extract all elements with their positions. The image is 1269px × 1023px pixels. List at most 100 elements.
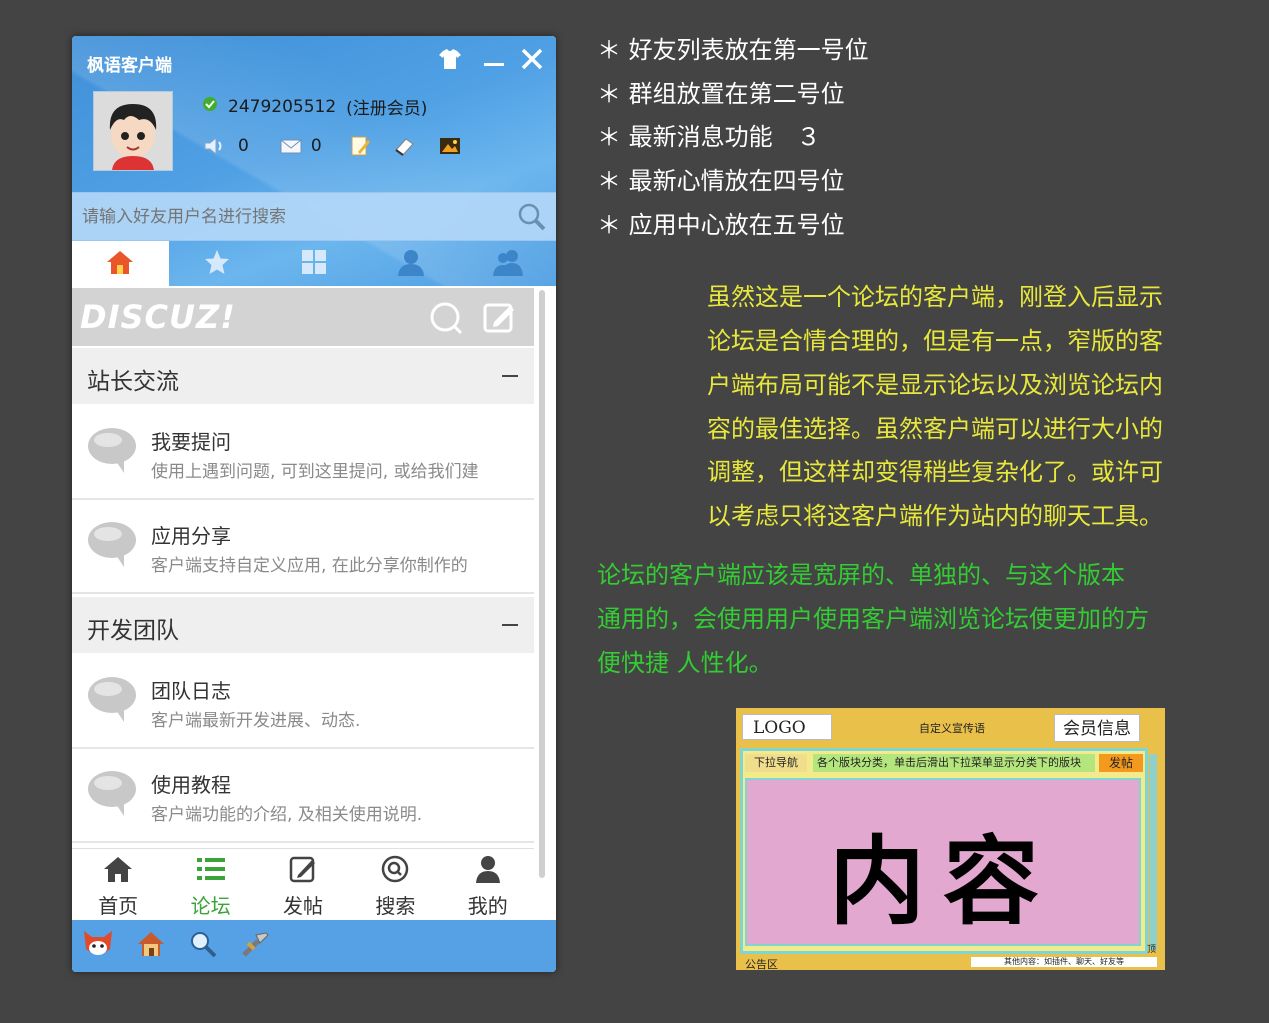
note-edit-icon[interactable] (348, 134, 372, 158)
wireframe-slogan: 自定义宣传语 (919, 722, 985, 735)
star-icon (203, 248, 231, 280)
collapse-icon[interactable] (502, 375, 518, 377)
user-role: (注册会员) (346, 99, 428, 119)
board-title: 使用教程 (151, 773, 231, 797)
nav-home[interactable]: 首页 (72, 849, 164, 919)
tab-apps[interactable] (266, 241, 363, 286)
minimize-icon[interactable] (479, 44, 509, 74)
speaker-icon[interactable] (202, 134, 226, 158)
eraser-icon[interactable] (392, 134, 416, 158)
fox-logo-icon[interactable] (82, 929, 114, 963)
search-icon[interactable] (516, 201, 548, 233)
nav-search[interactable]: 搜索 (349, 849, 441, 919)
board-title: 我要提问 (151, 430, 231, 454)
skin-shirt-icon[interactable] (435, 44, 465, 74)
scrollbar[interactable] (539, 290, 545, 878)
user-icon (473, 855, 503, 887)
wireframe-logo: LOGO (742, 714, 832, 740)
notice-count: 0 (238, 136, 249, 156)
wireframe-post-button: 发帖 (1099, 754, 1143, 772)
close-icon[interactable] (517, 44, 547, 74)
note-bullet: ＊ 群组放置在第二号位 (597, 80, 845, 108)
suggestion-line: 便快捷 人性化。 (597, 649, 773, 677)
forum-board-item[interactable]: 团队日志 客户端最新开发进展、动态. (72, 655, 534, 749)
wireframe-side-strip (1149, 754, 1157, 950)
photo-icon[interactable] (438, 134, 462, 158)
comment-line: 容的最佳选择。虽然客户端可以进行大小的 (707, 415, 1163, 443)
compose-icon[interactable] (482, 300, 516, 338)
section-title: 站长交流 (87, 369, 179, 395)
home-icon (103, 855, 133, 887)
online-status-icon[interactable] (202, 96, 218, 117)
status-bar (72, 920, 556, 972)
bottom-nav: 首页 论坛 发帖 搜索 我的 (72, 848, 534, 919)
wireframe-dropdown-nav: 下拉导航 (745, 754, 807, 772)
note-bullet: ＊ 好友列表放在第一号位 (597, 36, 869, 64)
tab-home[interactable] (72, 241, 169, 286)
note-bullet: ＊ 应用中心放在五号位 (597, 211, 845, 239)
mail-icon[interactable] (279, 134, 303, 158)
comment-line: 虽然这是一个论坛的客户端，刚登入后显示 (707, 283, 1163, 311)
board-desc: 客户端支持自定义应用, 在此分享你制作的 (151, 556, 468, 576)
section-header[interactable]: 开发团队 (72, 597, 534, 653)
home-icon[interactable] (136, 930, 166, 962)
group-icon (491, 248, 525, 280)
friend-search-input[interactable] (80, 202, 504, 232)
person-icon (396, 248, 426, 280)
tools-icon[interactable] (240, 929, 272, 963)
list-icon (196, 855, 226, 887)
tab-favorites[interactable] (169, 241, 266, 286)
collapse-icon[interactable] (502, 624, 518, 626)
nav-mine[interactable]: 我的 (442, 849, 534, 919)
chat-bubble-icon (86, 519, 138, 569)
note-bullet: ＊ 最新心情放在四号位 (597, 167, 845, 195)
section-title: 开发团队 (87, 618, 179, 644)
wireframe-notice-area: 公告区 (745, 958, 778, 971)
wireframe-content-label: 内容 (829, 825, 1057, 938)
client-window: 枫语客户端 2479205512 (注册会员) 0 0 请输入好友用户名进行搜索… (72, 36, 556, 972)
section-header[interactable]: 站长交流 (72, 348, 534, 404)
forum-header: DISCUZ! (72, 288, 534, 346)
grid-icon (301, 249, 327, 279)
wireframe-member-info: 会员信息 (1054, 714, 1140, 742)
wireframe-categories: 各个版块分类，单击后滑出下拉菜单显示分类下的版块 (813, 754, 1095, 772)
comment-line: 户端布局可能不是显示论坛以及浏览论坛内 (707, 371, 1163, 399)
message-count: 0 (310, 136, 322, 156)
avatar[interactable] (93, 91, 173, 171)
suggestion-line: 通用的，会使用用户使用客户端浏览论坛使更加的方 (597, 605, 1149, 633)
nav-label: 首页 (98, 894, 139, 918)
comment-line: 调整，但这样却变得稍些复杂化了。或许可 (707, 458, 1163, 486)
app-title: 枫语客户端 (87, 56, 172, 76)
home-icon (105, 248, 135, 280)
magnifier-icon[interactable] (188, 930, 218, 962)
comment-line: 论坛是合情合理的，但是有一点，窄版的客 (707, 327, 1163, 355)
chat-bubble-icon (86, 674, 138, 724)
board-title: 团队日志 (151, 679, 231, 703)
wireframe-content-area: 内容 (745, 778, 1141, 946)
forum-search-icon[interactable] (428, 300, 464, 340)
user-id: 2479205512 (228, 96, 337, 117)
tab-friends[interactable] (362, 241, 459, 286)
nav-forum[interactable]: 论坛 (164, 849, 256, 919)
chat-bubble-icon (86, 425, 138, 475)
forum-board-item[interactable]: 使用教程 客户端功能的介绍, 及相关使用说明. (72, 749, 534, 843)
edit-icon (288, 855, 318, 887)
tab-groups[interactable] (459, 241, 556, 286)
forum-board-item[interactable]: 应用分享 客户端支持自定义应用, 在此分享你制作的 (72, 500, 534, 594)
forum-board-item[interactable]: 我要提问 使用上遇到问题, 可到这里提问, 或给我们建 (72, 406, 534, 500)
header: 枫语客户端 2479205512 (注册会员) 0 0 请输入好友用户名进行搜索 (72, 36, 556, 286)
discuz-logo: DISCUZ! (80, 298, 236, 336)
main-tabs (72, 241, 556, 286)
search-icon (380, 855, 410, 887)
nav-label: 搜索 (375, 894, 416, 918)
friend-search-bar (72, 192, 556, 241)
board-title: 应用分享 (151, 524, 231, 548)
nav-label: 论坛 (190, 894, 231, 918)
nav-label: 发帖 (282, 894, 323, 918)
nav-label: 我的 (467, 894, 508, 918)
wireframe-other-content: 其他内容：如插件、聊天、好友等 (971, 957, 1157, 967)
board-desc: 使用上遇到问题, 可到这里提问, 或给我们建 (151, 462, 479, 482)
nav-post[interactable]: 发帖 (257, 849, 349, 919)
note-bullet: ＊ 最新消息功能 ３ (597, 123, 821, 151)
comment-line: 以考虑只将这客户端作为站内的聊天工具。 (707, 502, 1163, 530)
